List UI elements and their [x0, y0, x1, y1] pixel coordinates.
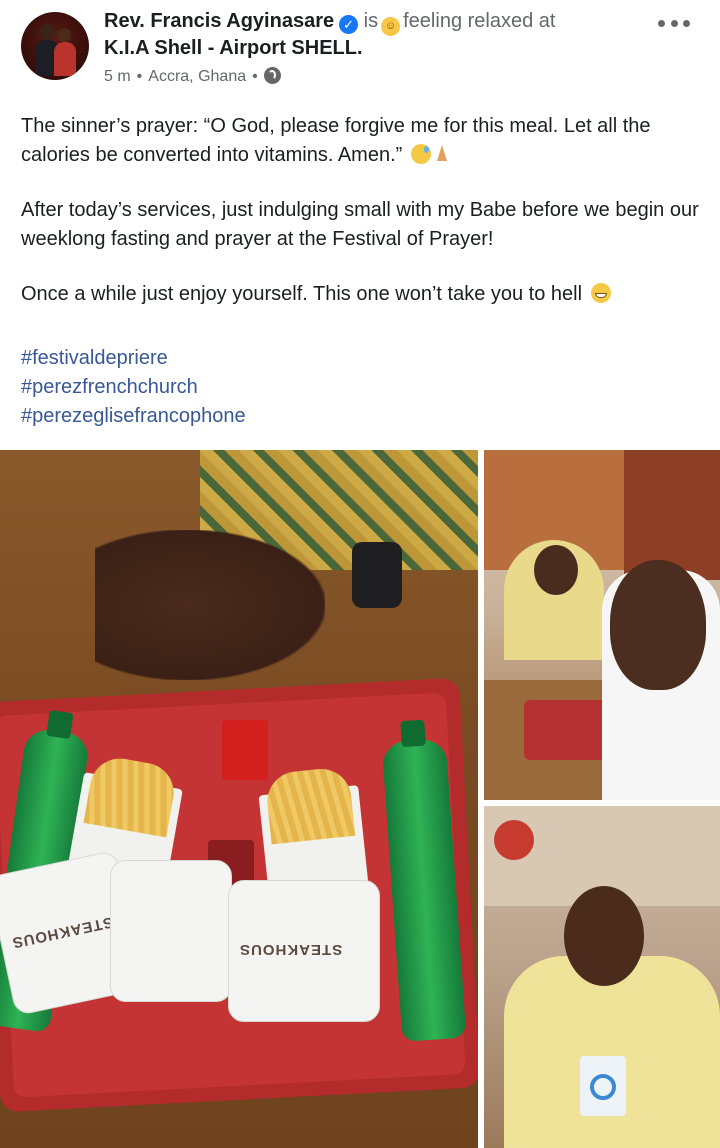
praying-hands-icon — [431, 144, 451, 164]
meta-separator: • — [252, 68, 258, 85]
photo-watch — [352, 542, 402, 608]
burger-wrapper-label: STEAKHOUS — [10, 913, 115, 952]
feeling-text: feeling relaxed at — [403, 10, 556, 32]
post-paragraph: The sinner’s prayer: “O God, please forg… — [21, 115, 651, 166]
post-location[interactable]: Accra, Ghana — [148, 68, 246, 85]
photo-burger — [110, 860, 232, 1002]
post-body: The sinner’s prayer: “O God, please forg… — [21, 112, 701, 309]
photo-hands — [95, 530, 325, 680]
post-header: Rev. Francis Agyinasare ✓ is ☺ feeling rela… — [0, 0, 720, 100]
meta-separator: • — [136, 68, 143, 85]
relieved-face-icon: ☺ — [381, 17, 401, 36]
photo-ketchup — [222, 720, 268, 780]
author-name[interactable]: Rev. Francis Agyinasare — [104, 10, 334, 32]
more-options-icon[interactable] — [658, 12, 690, 34]
verified-badge-icon: ✓ — [339, 15, 359, 34]
hashtag-link[interactable]: #perezeglisefrancophone — [21, 402, 246, 431]
place-link[interactable]: K.I.A Shell - Airport SHELL. — [104, 35, 363, 62]
post-paragraph: After today’s services, just indulging s… — [21, 199, 699, 250]
avatar[interactable] — [21, 12, 89, 80]
grinning-face-icon — [590, 283, 611, 303]
post-paragraph: Once a while just enjoy yourself. This o… — [21, 280, 701, 309]
post-meta: 5 m • Accra, Ghana • — [104, 66, 281, 88]
globe-icon — [263, 67, 281, 84]
hashtag-list: #festivaldepriere #perezfrenchchurch #pe… — [21, 344, 246, 431]
hashtag-link[interactable]: #perezfrenchchurch — [21, 373, 246, 402]
activity-prefix: is — [363, 10, 379, 32]
sweat-smile-icon — [410, 144, 431, 164]
photo-food-tray[interactable]: STEAKHOUS STEAKHOUS — [0, 450, 478, 1148]
photo-woman-icecream[interactable] — [484, 806, 720, 1148]
post-time[interactable]: 5 m — [104, 68, 131, 85]
hashtag-link[interactable]: #festivaldepriere — [21, 344, 246, 373]
photo-burger: STEAKHOUS — [228, 880, 380, 1022]
photo-couple-selfie[interactable] — [484, 450, 720, 800]
author-line: Rev. Francis Agyinasare ✓ is ☺ feeling rela… — [104, 8, 555, 36]
burger-wrapper-label: STEAKHOUS — [239, 941, 343, 958]
